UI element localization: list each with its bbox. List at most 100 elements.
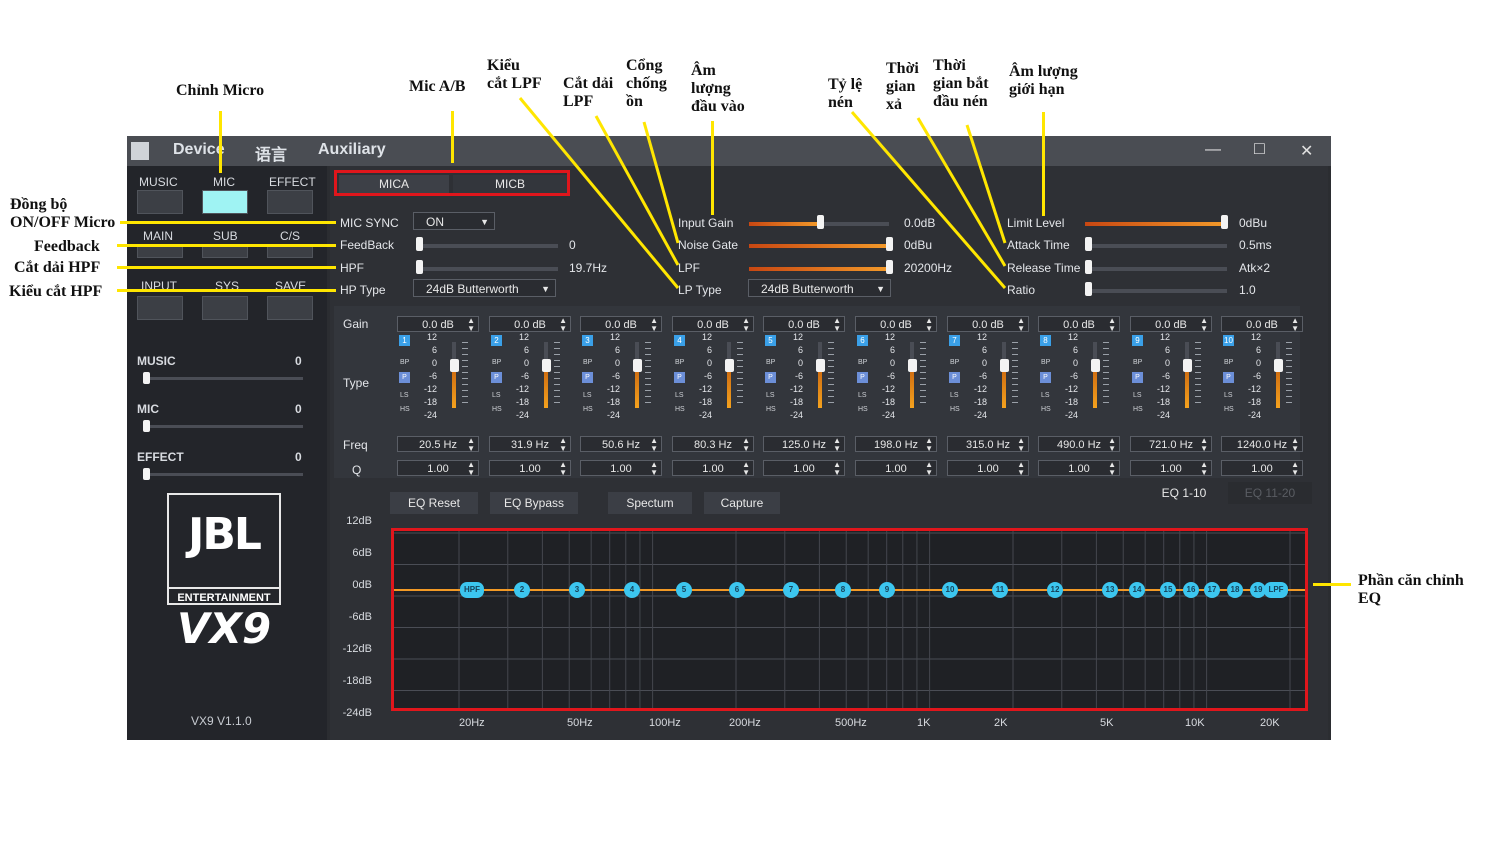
attack-time-thumb[interactable] xyxy=(1085,237,1092,251)
eq-band-gain-thumb[interactable] xyxy=(1000,359,1009,372)
limit-level-thumb[interactable] xyxy=(1221,215,1228,229)
eq-band-gain[interactable]: 0.0 dB ▲ ▼ xyxy=(580,316,662,333)
mic-sync-select[interactable]: ON ▼ xyxy=(413,212,495,230)
spinner-arrows-icon[interactable]: ▲ ▼ xyxy=(559,461,567,477)
music-volume-slider[interactable] xyxy=(143,377,303,380)
lp-type-select[interactable]: 24dB Butterworth ▼ xyxy=(748,279,891,297)
type-peak-button[interactable]: P xyxy=(399,372,410,383)
eq-band-gain-thumb[interactable] xyxy=(1274,359,1283,372)
eq-band-gain-slider[interactable] xyxy=(727,342,731,408)
tab-mica[interactable]: MICA xyxy=(339,175,449,193)
spinner-arrows-icon[interactable]: ▲ ▼ xyxy=(1108,437,1116,453)
tab-mic-button[interactable] xyxy=(202,190,248,214)
spinner-arrows-icon[interactable]: ▲ ▼ xyxy=(1017,317,1025,333)
spinner-arrows-icon[interactable]: ▲ ▼ xyxy=(1291,461,1299,477)
hpf-thumb[interactable] xyxy=(416,260,423,274)
close-button[interactable]: ✕ xyxy=(1300,141,1313,161)
eq-node-11[interactable]: 11 xyxy=(992,582,1008,598)
eq-graph[interactable]: HPF 2 3 4 5 6 7 8 9 10 11 12 13 14 15 16 17 18 19 LPF xyxy=(391,528,1308,711)
eq-band-gain[interactable]: 0.0 dB ▲ ▼ xyxy=(489,316,571,333)
eq-band-q[interactable]: 1.00 ▲ ▼ xyxy=(947,460,1029,477)
eq-band-freq[interactable]: 198.0 Hz ▲ ▼ xyxy=(855,436,937,453)
eq-band-gain[interactable]: 0.0 dB ▲ ▼ xyxy=(947,316,1029,333)
type-peak-button[interactable]: P xyxy=(491,372,502,383)
ratio-thumb[interactable] xyxy=(1085,282,1092,296)
type-hs-label[interactable]: HS xyxy=(1041,406,1051,413)
eq-node-14[interactable]: 14 xyxy=(1129,582,1145,598)
eq-band-q[interactable]: 1.00 ▲ ▼ xyxy=(1221,460,1303,477)
tab-sys-button[interactable] xyxy=(202,296,248,320)
type-peak-button[interactable]: P xyxy=(1223,372,1234,383)
spinner-arrows-icon[interactable]: ▲ ▼ xyxy=(833,461,841,477)
ratio-slider[interactable] xyxy=(1087,289,1227,293)
eq-band-gain-thumb[interactable] xyxy=(450,359,459,372)
eq-band-gain[interactable]: 0.0 dB ▲ ▼ xyxy=(1038,316,1120,333)
eq-band-q[interactable]: 1.00 ▲ ▼ xyxy=(580,460,662,477)
eq-band-gain[interactable]: 0.0 dB ▲ ▼ xyxy=(397,316,479,333)
limit-level-slider[interactable] xyxy=(1085,222,1225,226)
type-ls-label[interactable]: LS xyxy=(492,392,501,399)
spinner-arrows-icon[interactable]: ▲ ▼ xyxy=(1017,437,1025,453)
eq-band-gain[interactable]: 0.0 dB ▲ ▼ xyxy=(1221,316,1303,333)
menu-device[interactable]: Device xyxy=(173,141,225,159)
eq-band-freq[interactable]: 31.9 Hz ▲ ▼ xyxy=(489,436,571,453)
spinner-arrows-icon[interactable]: ▲ ▼ xyxy=(467,317,475,333)
hp-type-select[interactable]: 24dB Butterworth ▼ xyxy=(413,279,556,297)
eq-band-freq[interactable]: 315.0 Hz ▲ ▼ xyxy=(947,436,1029,453)
spinner-arrows-icon[interactable]: ▲ ▼ xyxy=(1200,437,1208,453)
spinner-arrows-icon[interactable]: ▲ ▼ xyxy=(742,317,750,333)
type-hs-label[interactable]: HS xyxy=(492,406,502,413)
spinner-arrows-icon[interactable]: ▲ ▼ xyxy=(833,317,841,333)
release-time-slider[interactable] xyxy=(1087,267,1227,271)
type-ls-label[interactable]: LS xyxy=(400,392,409,399)
eq-band-gain-slider[interactable] xyxy=(452,342,456,408)
spinner-arrows-icon[interactable]: ▲ ▼ xyxy=(1200,461,1208,477)
mic-volume-slider[interactable] xyxy=(143,425,303,428)
capture-button[interactable]: Capture xyxy=(704,492,780,514)
mic-volume-thumb[interactable] xyxy=(143,420,150,432)
type-ls-label[interactable]: LS xyxy=(1224,392,1233,399)
eq-band-gain-thumb[interactable] xyxy=(542,359,551,372)
spinner-arrows-icon[interactable]: ▲ ▼ xyxy=(650,317,658,333)
spinner-arrows-icon[interactable]: ▲ ▼ xyxy=(833,437,841,453)
type-ls-label[interactable]: LS xyxy=(950,392,959,399)
hpf-slider[interactable] xyxy=(418,267,558,271)
eq-band-gain-slider[interactable] xyxy=(818,342,822,408)
type-hs-label[interactable]: HS xyxy=(583,406,593,413)
type-hs-label[interactable]: HS xyxy=(1133,406,1143,413)
effect-volume-thumb[interactable] xyxy=(143,468,150,480)
type-ls-label[interactable]: LS xyxy=(858,392,867,399)
eq-node-lpf[interactable]: LPF xyxy=(1264,582,1288,598)
eq-band-freq[interactable]: 20.5 Hz ▲ ▼ xyxy=(397,436,479,453)
eq-band-gain-thumb[interactable] xyxy=(1091,359,1100,372)
spinner-arrows-icon[interactable]: ▲ ▼ xyxy=(559,437,567,453)
spinner-arrows-icon[interactable]: ▲ ▼ xyxy=(650,461,658,477)
type-ls-label[interactable]: LS xyxy=(675,392,684,399)
tab-effect-button[interactable] xyxy=(267,190,313,214)
eq-band-freq[interactable]: 50.6 Hz ▲ ▼ xyxy=(580,436,662,453)
spinner-arrows-icon[interactable]: ▲ ▼ xyxy=(559,317,567,333)
eq-bypass-button[interactable]: EQ Bypass xyxy=(490,492,578,514)
eq-node-6[interactable]: 6 xyxy=(729,582,745,598)
eq-band-gain-slider[interactable] xyxy=(1093,342,1097,408)
type-peak-button[interactable]: P xyxy=(582,372,593,383)
type-hs-label[interactable]: HS xyxy=(675,406,685,413)
type-hs-label[interactable]: HS xyxy=(766,406,776,413)
eq-node-4[interactable]: 4 xyxy=(624,582,640,598)
eq-node-9[interactable]: 9 xyxy=(879,582,895,598)
input-gain-thumb[interactable] xyxy=(817,215,824,229)
type-peak-button[interactable]: P xyxy=(857,372,868,383)
type-ls-label[interactable]: LS xyxy=(1041,392,1050,399)
type-peak-button[interactable]: P xyxy=(949,372,960,383)
menu-language[interactable]: 语言 xyxy=(255,141,287,165)
spinner-arrows-icon[interactable]: ▲ ▼ xyxy=(1108,317,1116,333)
eq-band-freq[interactable]: 80.3 Hz ▲ ▼ xyxy=(672,436,754,453)
type-hs-label[interactable]: HS xyxy=(950,406,960,413)
eq-node-5[interactable]: 5 xyxy=(676,582,692,598)
effect-volume-slider[interactable] xyxy=(143,473,303,476)
eq-band-gain-slider[interactable] xyxy=(1185,342,1189,408)
noise-gate-thumb[interactable] xyxy=(886,237,893,251)
eq-band-gain-slider[interactable] xyxy=(1276,342,1280,408)
eq-band-q[interactable]: 1.00 ▲ ▼ xyxy=(397,460,479,477)
eq-band-q[interactable]: 1.00 ▲ ▼ xyxy=(763,460,845,477)
